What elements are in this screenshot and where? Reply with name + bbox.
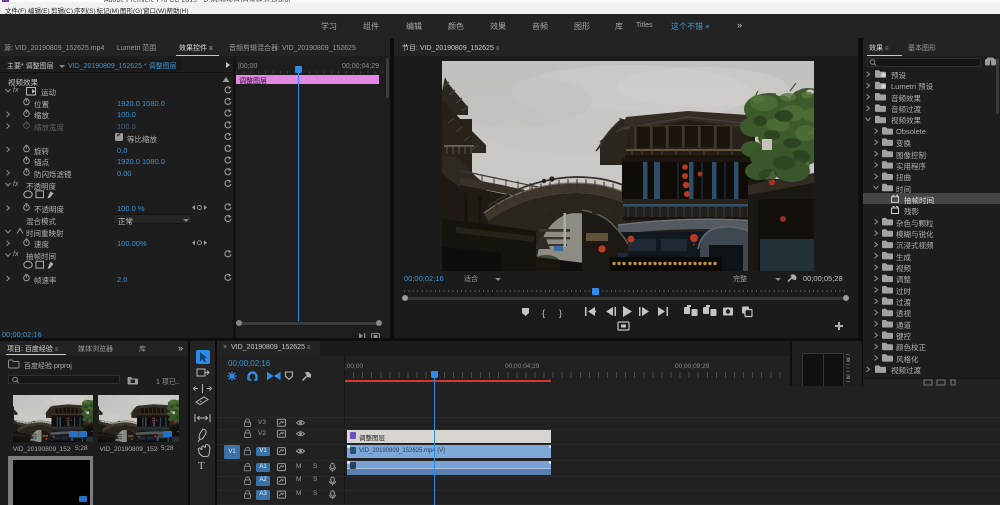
svg-text:}: }	[559, 308, 562, 318]
svg-text:{: {	[542, 308, 545, 318]
svg-text:T: T	[198, 460, 205, 472]
